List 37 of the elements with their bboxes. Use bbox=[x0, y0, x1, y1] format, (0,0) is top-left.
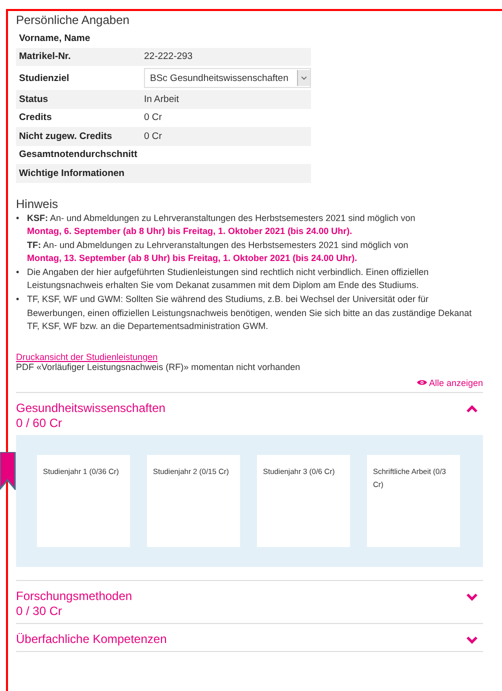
field-label: Credits bbox=[18, 112, 53, 124]
show-all-link[interactable]: Alle anzeigen bbox=[416, 378, 483, 388]
pdf-status-text: PDF «Vorläufiger Leistungsnachweis (RF)» momentan nicht vorhanden bbox=[16, 362, 302, 372]
field-label: Studienziel bbox=[18, 72, 70, 84]
field-label: Gesamtnotendurchschnitt bbox=[18, 149, 138, 160]
dropdown-chevron-icon[interactable] bbox=[297, 70, 310, 86]
field-value: 0 Cr bbox=[144, 112, 162, 124]
date-range-text: Montag, 6. September (ab 8 Uhr) bis Freitag, 1. Oktober 2021 (bis 24.00 Uhr). bbox=[27, 225, 354, 238]
section-title: Hinweis bbox=[16, 196, 60, 210]
field-label: Status bbox=[18, 94, 50, 105]
study-goal-dropdown[interactable]: BSc Gesundheitswissenschaften bbox=[144, 68, 311, 88]
section-heading[interactable]: Überfachliche Kompetenzen bbox=[16, 632, 167, 647]
field-label: Nicht zugew. Credits bbox=[18, 130, 114, 142]
notice-text: TF: An- und Abmeldungen zu Lehrveranstaltungen des Herbstsemesters 2021 sind möglich von bbox=[27, 238, 410, 252]
field-label: Wichtige Informationen bbox=[18, 168, 126, 179]
credits-text: 0 / 60 Cr bbox=[16, 416, 64, 431]
section-heading[interactable]: Gesundheitswissenschaften bbox=[16, 400, 166, 416]
section-heading[interactable]: Forschungsmethoden bbox=[16, 588, 132, 604]
field-label: Vorname, Name bbox=[18, 32, 92, 44]
date-range-text: Montag, 13. September (ab 8 Uhr) bis Freitag, 1. Oktober 2021 (bis 24.00 Uhr). bbox=[27, 252, 358, 266]
notice-text: Die Angaben der hier aufgeführten Studienleistungen sind rechtlich nicht verbindlich. Einen offiziellen Leistungsnachweis erhalten Sie vom Dekanat zusammen mit dem Diplom am Ende des Studiums. bbox=[27, 266, 430, 292]
expand-chevron-icon[interactable] bbox=[466, 592, 478, 601]
field-label: Matrikel-Nr. bbox=[18, 51, 72, 62]
section-title: Persönliche Angaben bbox=[16, 13, 130, 27]
bullet-icon: • bbox=[16, 212, 27, 266]
bullet-icon: • bbox=[16, 293, 27, 334]
bullet-icon: • bbox=[16, 266, 27, 294]
print-view-link[interactable]: Druckansicht der Studienleistungen bbox=[16, 352, 158, 362]
eye-icon bbox=[416, 379, 427, 386]
credits-text: 0 / 30 Cr bbox=[16, 604, 64, 619]
field-value: 22-222-293 bbox=[144, 51, 193, 62]
notice-text: TF, KSF, WF und GWM: Sollten Sie während des Studiums, z.B. bei Wechsel der Universität oder für Bewerbungen, einen offiziellen Leistungsnachweis benötigen, wenden Sie sich bitte an das zuständige Dekanat TF, KSF, WF bzw. an die Departementsadministration GWM. bbox=[27, 293, 473, 334]
expand-chevron-icon[interactable] bbox=[466, 636, 478, 644]
collapse-chevron-icon[interactable] bbox=[466, 404, 478, 413]
field-value: 0 Cr bbox=[144, 130, 162, 142]
notice-text: KSF: An- und Abmeldungen zu Lehrveranstaltungen des Herbstsemesters 2021 sind möglich von bbox=[27, 212, 416, 225]
field-value: In Arbeit bbox=[144, 94, 179, 105]
